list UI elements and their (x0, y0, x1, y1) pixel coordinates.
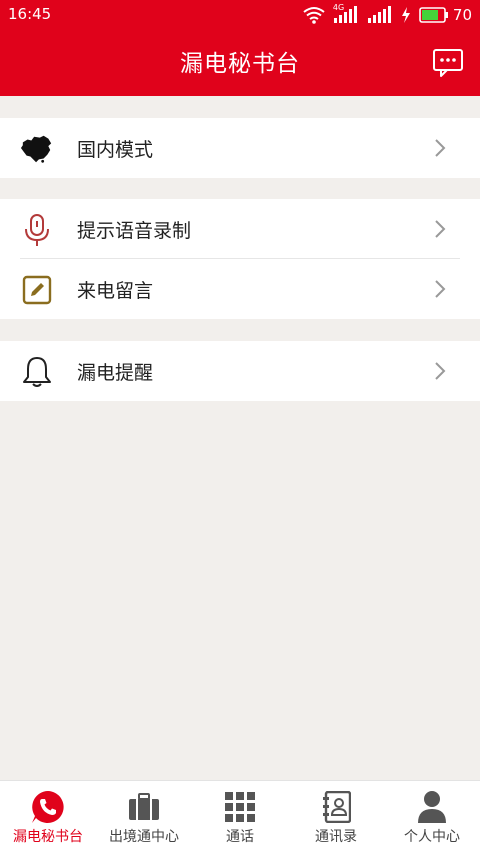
bottom-tab-bar: 漏电秘书台 出境通中心 通话 通讯录 个人中心 (0, 780, 480, 854)
chevron-right-icon (435, 220, 446, 238)
tab-label: 出境通中心 (109, 829, 179, 845)
voice-group: 提示语音录制 来电留言 (0, 199, 480, 319)
edit-note-icon (20, 273, 54, 307)
menu-item-prompt-recording[interactable]: 提示语音录制 (0, 199, 480, 259)
tab-calls[interactable]: 通话 (192, 781, 288, 854)
battery-level: 70 (452, 6, 472, 24)
signal-4g-icon: 4G (332, 3, 359, 24)
menu-item-label: 漏电提醒 (77, 361, 154, 384)
status-bar: 16:45 4G 70 (0, 0, 480, 30)
menu-item-label: 来电留言 (77, 279, 154, 302)
menu-item-domestic-mode[interactable]: 国内模式 (0, 118, 480, 178)
menu-item-incoming-message[interactable]: 来电留言 (0, 259, 480, 319)
network-type: 4G (332, 3, 345, 12)
status-icons: 4G 70 (303, 3, 472, 26)
reminder-group: 漏电提醒 (0, 341, 480, 401)
mode-group: 国内模式 (0, 118, 480, 178)
tab-outbound-center[interactable]: 出境通中心 (96, 781, 192, 854)
charging-icon (401, 7, 411, 23)
battery-icon (419, 7, 449, 23)
signal-icon (367, 6, 393, 24)
chat-bubble-icon (433, 49, 463, 77)
tab-missed-call-secretary[interactable]: 漏电秘书台 (0, 781, 96, 854)
menu-item-label: 提示语音录制 (77, 219, 192, 242)
wifi-icon (303, 6, 325, 24)
tab-personal-center[interactable]: 个人中心 (384, 781, 480, 854)
contacts-book-icon (318, 789, 354, 825)
china-map-icon (20, 132, 54, 166)
dialpad-icon (222, 789, 258, 825)
bell-icon (20, 355, 54, 389)
tab-contacts[interactable]: 通讯录 (288, 781, 384, 854)
menu-item-missed-call-reminder[interactable]: 漏电提醒 (0, 341, 480, 401)
tab-label: 个人中心 (404, 829, 460, 845)
microphone-icon (20, 213, 54, 247)
message-button[interactable] (432, 48, 464, 78)
person-icon (414, 789, 450, 825)
phone-bubble-icon (30, 789, 66, 825)
briefcase-icon (126, 789, 162, 825)
status-time: 16:45 (8, 5, 52, 23)
chevron-right-icon (435, 139, 446, 157)
tab-label: 漏电秘书台 (13, 829, 83, 845)
tab-label: 通讯录 (315, 829, 357, 845)
tab-label: 通话 (226, 829, 254, 845)
chevron-right-icon (435, 362, 446, 380)
app-header: 16:45 4G 70 漏电秘书台 (0, 0, 480, 96)
chevron-right-icon (435, 280, 446, 298)
menu-item-label: 国内模式 (77, 138, 154, 161)
page-title: 漏电秘书台 (180, 51, 300, 77)
